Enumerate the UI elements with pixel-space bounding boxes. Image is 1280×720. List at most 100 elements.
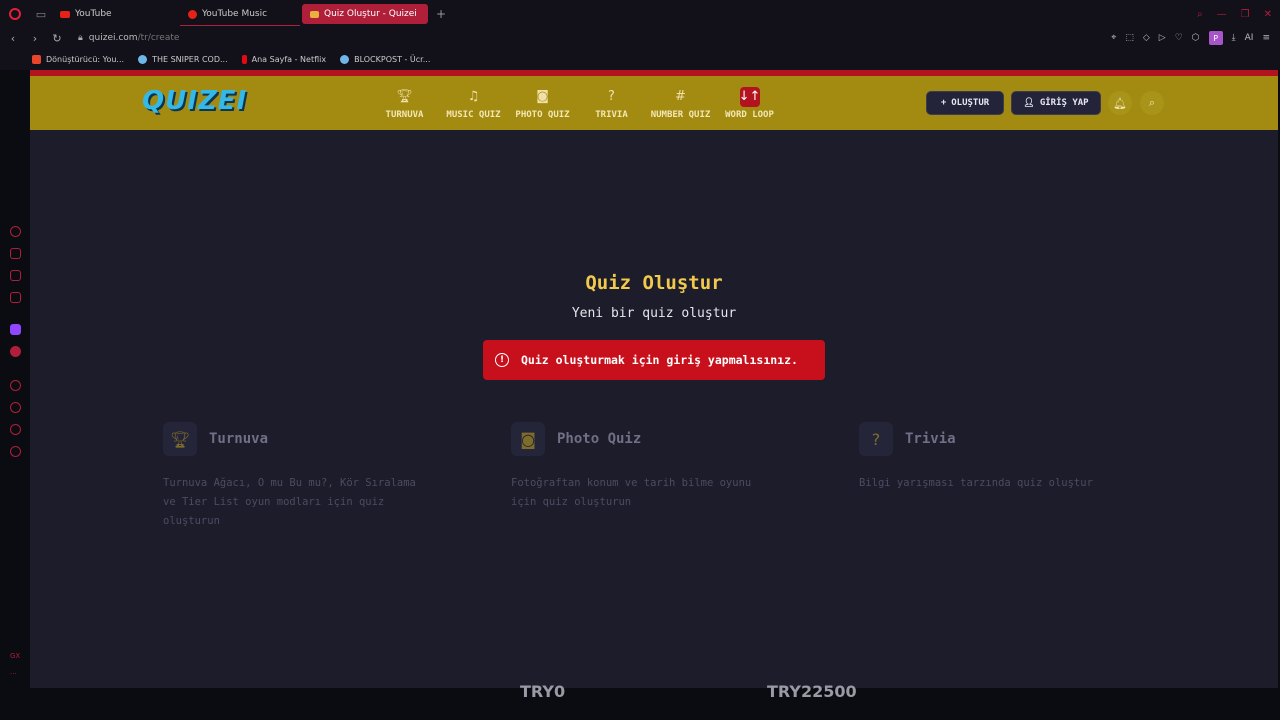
alert-circle-icon: ! [495, 353, 509, 367]
card-trivia[interactable]: ? Trivia Bilgi yarışması tarzında quiz o… [859, 422, 1119, 493]
profile-avatar[interactable]: P [1208, 31, 1223, 45]
nav-label: TURNUVA [385, 109, 424, 120]
overlay-text-left: TRY0 [520, 682, 566, 701]
messenger-icon[interactable] [10, 292, 21, 303]
music-player-icon[interactable] [10, 346, 21, 357]
nav-word-loop[interactable]: ↓↑ WORD LOOP [715, 76, 784, 130]
question-icon: ? [859, 422, 893, 456]
camera-icon: ◙ [536, 89, 549, 104]
nav-music-quiz[interactable]: ♫ MUSIC QUIZ [439, 76, 508, 130]
bookmark-label: Dönüştürücü: You... [46, 54, 125, 64]
login-button-label: GİRİŞ YAP [1039, 98, 1089, 108]
tab-label: YouTube Music [202, 9, 268, 19]
url-domain: quizei.com [88, 33, 138, 43]
nav-label: TRIVIA [595, 109, 628, 120]
bookmark-item[interactable]: BLOCKPOST - Ücr... [340, 54, 431, 64]
tab-quizei[interactable]: Quiz Oluştur - Quizei [302, 4, 428, 24]
history-icon[interactable] [10, 402, 21, 413]
sort-icon: ↓↑ [739, 86, 760, 107]
speed-icon[interactable] [10, 226, 21, 237]
menu-icon[interactable]: ≡ [1262, 33, 1270, 43]
nav-trivia[interactable]: ? TRIVIA [577, 76, 646, 130]
twitch-icon[interactable] [10, 324, 21, 335]
extensions-icon[interactable]: ⬡ [1192, 33, 1200, 43]
nav-number-quiz[interactable]: # NUMBER QUIZ [646, 76, 715, 130]
bookmark-item[interactable]: Ana Sayfa - Netflix [241, 54, 327, 64]
card-description: Turnuva Ağacı, O mu Bu mu?, Kör Sıralama… [163, 477, 416, 527]
create-button-label: OLUŞTUR [951, 98, 990, 108]
play-icon[interactable]: ▷ [1159, 33, 1166, 43]
alert-text: Quiz oluşturmak için giriş yapmalısınız. [521, 353, 798, 367]
card-description: Fotoğraftan konum ve tarih bilme oyunu i… [511, 477, 752, 508]
nav-turnuva[interactable]: 🏆︎ TURNUVA [370, 76, 439, 130]
camera-icon: ◙ [511, 422, 545, 456]
close-button[interactable]: ✕ [1264, 9, 1272, 20]
youtube-music-icon [188, 9, 197, 19]
card-photo-quiz[interactable]: ◙ Photo Quiz Fotoğraftan konum ve tarih … [511, 422, 771, 512]
reload-button[interactable]: ↻ [48, 32, 66, 45]
nav-label: MUSIC QUIZ [446, 109, 501, 120]
quizei-page: QUIZEI 🏆︎ TURNUVA ♫ MUSIC QUIZ ◙ PHOTO Q… [30, 70, 1278, 688]
extension-toolbar: ⌖ ⬚ ◇ ▷ ♡ ⬡ P ⤓ AI ≡ [1111, 28, 1270, 48]
bookmark-favicon-icon [340, 54, 350, 64]
tab-label: YouTube [75, 9, 112, 19]
bottom-overlay [0, 688, 1280, 720]
player-icon[interactable] [10, 380, 21, 391]
tab-youtube[interactable]: YouTube [52, 4, 178, 24]
forward-button[interactable]: › [26, 32, 44, 45]
chat-icon[interactable] [10, 424, 21, 435]
shield-icon[interactable]: ◇ [1143, 33, 1150, 43]
pin-icon[interactable]: ⌖ [1111, 33, 1116, 43]
hash-icon: # [675, 89, 686, 104]
ai-button[interactable]: AI [1245, 33, 1254, 43]
trophy-icon: 🏆︎ [163, 422, 197, 456]
heart-icon[interactable]: ♡ [1175, 33, 1183, 43]
bookmark-label: BLOCKPOST - Ücr... [354, 54, 431, 64]
user-icon: 👤︎ [1023, 98, 1035, 108]
card-turnuva[interactable]: 🏆︎ Turnuva Turnuva Ağacı, O mu Bu mu?, K… [163, 422, 423, 531]
tab-overview-icon[interactable]: ▭ [30, 0, 52, 28]
workspace-icon[interactable] [10, 270, 21, 281]
card-title: Trivia [905, 431, 956, 447]
quizei-favicon [310, 10, 319, 18]
url-path: /tr/create [137, 33, 180, 43]
browser-tabbar: ▭ YouTube YouTube Music Quiz Oluştur - Q… [0, 0, 1280, 28]
nav-label: WORD LOOP [725, 109, 774, 120]
music-note-icon: ♫ [467, 89, 480, 104]
settings-icon[interactable] [10, 446, 21, 457]
search-icon[interactable]: ⌕ [1140, 91, 1164, 115]
page-subtitle: Yeni bir quiz oluştur [571, 306, 737, 321]
download-icon[interactable]: ⤓ [1232, 33, 1236, 43]
bookmark-favicon-icon [32, 54, 41, 64]
address-bar-row: ‹ › ↻ 🔒︎ quizei.com/tr/create ⌖ ⬚ ◇ ▷ ♡ … [0, 28, 1280, 48]
minimize-button[interactable]: — [1217, 9, 1227, 20]
card-title: Turnuva [209, 431, 269, 447]
login-required-alert: ! Quiz oluşturmak için giriş yapmalısını… [483, 340, 825, 380]
quizei-logo[interactable]: QUIZEI [142, 86, 247, 116]
snapshot-icon[interactable]: ⬚ [1125, 33, 1134, 43]
bookmark-label: Ana Sayfa - Netflix [251, 54, 327, 64]
login-button[interactable]: 👤︎ GİRİŞ YAP [1011, 91, 1101, 115]
bookmark-item[interactable]: THE SNIPER COD... [138, 54, 228, 64]
url-field[interactable]: quizei.com/tr/create [89, 33, 180, 43]
nav-label: PHOTO QUIZ [515, 109, 570, 120]
search-icon[interactable]: ⌕ [1197, 9, 1203, 20]
new-tab-button[interactable]: + [436, 7, 446, 21]
maximize-button[interactable]: ❐ [1241, 9, 1250, 20]
tab-label: Quiz Oluştur - Quizei [324, 9, 417, 19]
nav-photo-quiz[interactable]: ◙ PHOTO QUIZ [508, 76, 577, 130]
back-button[interactable]: ‹ [4, 32, 22, 45]
trophy-icon: 🏆︎ [396, 89, 413, 104]
create-button[interactable]: + OLUŞTUR [926, 91, 1004, 115]
more-icon[interactable]: ··· [10, 670, 17, 678]
card-title: Photo Quiz [557, 431, 642, 447]
opera-logo-icon[interactable] [0, 0, 30, 28]
window-controls: ⌕ — ❐ ✕ [1197, 0, 1272, 28]
card-description: Bilgi yarışması tarzında quiz oluştur [859, 477, 1093, 489]
site-header: QUIZEI 🏆︎ TURNUVA ♫ MUSIC QUIZ ◙ PHOTO Q… [30, 76, 1278, 130]
bell-icon[interactable]: 🔔︎ [1108, 91, 1132, 115]
bookmark-item[interactable]: Dönüştürücü: You... [32, 54, 125, 64]
gx-corner-icon[interactable] [10, 248, 21, 259]
gx-label[interactable]: GX [10, 652, 20, 660]
tab-youtube-music[interactable]: YouTube Music [180, 4, 300, 26]
